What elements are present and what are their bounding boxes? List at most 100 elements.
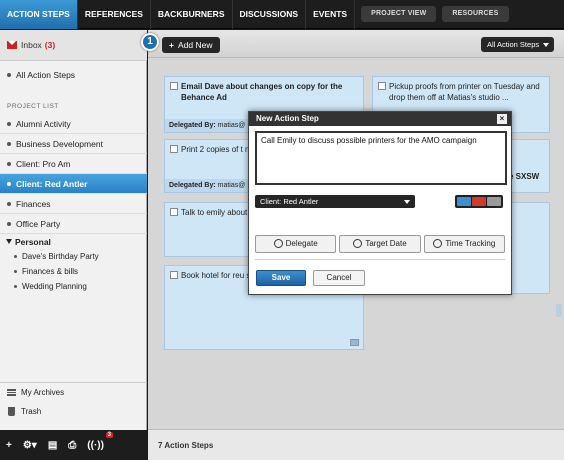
sidebar-item-label: Alumni Activity — [16, 118, 71, 129]
target-date-label: Target Date — [365, 239, 407, 248]
attachment-icon[interactable]: ⎙ — [68, 440, 76, 451]
cancel-button[interactable]: Cancel — [313, 270, 365, 286]
sidebar-item-label: Finances & bills — [22, 267, 79, 276]
inbox-label: Inbox — [21, 40, 42, 50]
bullet-icon — [7, 161, 11, 166]
color-picker[interactable] — [455, 195, 503, 208]
sidebar-footer: My Archives Trash — [0, 382, 147, 421]
list-icon[interactable]: ▤ — [48, 440, 57, 451]
step-number-badge: 1 — [141, 33, 159, 51]
project-select[interactable]: Client: Red Antler — [255, 195, 415, 208]
bullet-icon — [7, 141, 11, 146]
bottom-toolbar: + ⚙▾ ▤ ⎙ ((·)) 3 — [0, 430, 147, 460]
bullet-icon — [7, 221, 11, 226]
delegated-label: Delegated By: — [169, 122, 216, 129]
color-swatch-gray[interactable] — [487, 197, 501, 206]
sidebar-item-finances-bills[interactable]: Finances & bills — [0, 264, 147, 279]
divider — [255, 259, 505, 260]
broadcast-icon[interactable]: ((·)) 3 — [87, 431, 113, 451]
gear-icon[interactable]: ⚙▾ — [23, 440, 37, 451]
checkbox[interactable] — [170, 82, 178, 90]
delegate-button[interactable]: Delegate — [255, 235, 337, 253]
delegated-name: matias@ — [217, 182, 246, 189]
plus-icon: + — [169, 40, 174, 50]
sidebar-item-label: Client: Red Antler — [16, 178, 88, 189]
action-step-text: Pickup proofs from printer on Tuesday an… — [389, 82, 540, 102]
sidebar-item-alumni-activity[interactable]: Alumni Activity — [0, 114, 147, 134]
bullet-icon — [14, 270, 17, 273]
sidebar-item-label: Office Party — [16, 218, 61, 229]
project-view-button[interactable]: PROJECT VIEW — [361, 6, 437, 22]
sidebar-item-office-party[interactable]: Office Party — [0, 214, 147, 234]
dialog-actions: Delegate Target Date Time Tracking — [255, 235, 505, 253]
tab-events[interactable]: EVENTS — [306, 0, 356, 29]
add-new-label: Add New — [177, 40, 213, 50]
delegated-label: Delegated By: — [169, 182, 216, 189]
scrollbar[interactable] — [556, 304, 562, 317]
close-icon[interactable]: × — [497, 114, 507, 124]
time-tracking-button[interactable]: Time Tracking — [423, 235, 505, 253]
sidebar-group-label: Personal — [15, 236, 51, 247]
action-step-text: e SXSW — [509, 172, 540, 181]
sidebar: Inbox (3) All Action Steps PROJECT LIST … — [0, 30, 147, 430]
color-swatch-red[interactable] — [472, 197, 486, 206]
inbox-link[interactable]: Inbox (3) — [0, 30, 147, 61]
sidebar-item-finances[interactable]: Finances — [0, 194, 147, 214]
sidebar-group-personal[interactable]: Personal — [0, 234, 147, 249]
sidebar-item-client-pro-am[interactable]: Client: Pro Am — [0, 154, 147, 174]
dialog-title-bar: New Action Step × — [249, 112, 511, 126]
notification-badge: 3 — [105, 431, 113, 438]
target-date-button[interactable]: Target Date — [339, 235, 421, 253]
mail-icon — [7, 41, 17, 49]
bullet-icon — [7, 201, 11, 206]
checkbox[interactable] — [170, 145, 178, 153]
main-header: + Add New 1 All Action Steps — [141, 30, 564, 58]
sidebar-item-client-red-antler[interactable]: Client: Red Antler — [0, 174, 147, 194]
checkbox[interactable] — [170, 271, 178, 279]
project-list-heading: PROJECT LIST — [7, 103, 59, 110]
color-swatch-blue[interactable] — [457, 197, 471, 206]
all-action-steps-link[interactable]: All Action Steps — [0, 64, 147, 86]
trash-link[interactable]: Trash — [0, 402, 147, 421]
my-archives-label: My Archives — [21, 388, 65, 397]
action-step-textarea[interactable]: Call Emily to discuss possible printers … — [255, 131, 507, 185]
my-archives-link[interactable]: My Archives — [0, 383, 147, 402]
sidebar-item-label: Client: Pro Am — [16, 158, 71, 169]
project-list: Alumni Activity Business Development Cli… — [0, 114, 147, 294]
sidebar-item-label: Finances — [16, 198, 51, 209]
sidebar-item-business-development[interactable]: Business Development — [0, 134, 147, 154]
dialog-title: New Action Step — [256, 114, 319, 123]
save-button[interactable]: Save — [256, 270, 306, 286]
tab-references[interactable]: REFERENCES — [78, 0, 151, 29]
trash-label: Trash — [21, 407, 42, 416]
tab-backburners[interactable]: BACKBURNERS — [151, 0, 233, 29]
action-step-text: Email Dave about changes on copy for the… — [181, 82, 343, 102]
resources-button[interactable]: RESOURCES — [442, 6, 509, 22]
delegate-label: Delegate — [285, 239, 318, 248]
time-tracking-label: Time Tracking — [445, 239, 496, 248]
checkbox[interactable] — [378, 82, 386, 90]
sidebar-item-label: Business Development — [16, 138, 103, 149]
notes-icon[interactable] — [350, 339, 359, 346]
tab-action-steps[interactable]: ACTION STEPS — [0, 0, 78, 29]
new-action-step-dialog: New Action Step × Call Emily to discuss … — [248, 111, 512, 295]
checkbox[interactable] — [170, 208, 178, 216]
bullet-icon — [14, 255, 17, 258]
bullet-icon — [7, 73, 11, 77]
globe-icon — [353, 239, 363, 248]
action-steps-count: 7 Action Steps — [148, 429, 564, 460]
add-icon[interactable]: + — [6, 440, 12, 451]
sidebar-item-daves-birthday-party[interactable]: Dave's Birthday Party — [0, 249, 147, 264]
sidebar-item-label: Dave's Birthday Party — [22, 252, 99, 261]
expand-triangle-icon — [6, 239, 12, 244]
filter-select[interactable]: All Action Steps — [481, 37, 554, 52]
stopwatch-icon — [433, 239, 443, 248]
bullet-icon — [7, 121, 11, 126]
sidebar-item-wedding-planning[interactable]: Wedding Planning — [0, 279, 147, 294]
archive-icon — [7, 389, 16, 396]
delegated-name: matias@ — [217, 122, 246, 129]
sidebar-item-label: Wedding Planning — [22, 282, 87, 291]
inbox-count: (3) — [44, 40, 56, 50]
add-new-button[interactable]: + Add New — [162, 37, 221, 53]
tab-discussions[interactable]: DISCUSSIONS — [233, 0, 307, 29]
